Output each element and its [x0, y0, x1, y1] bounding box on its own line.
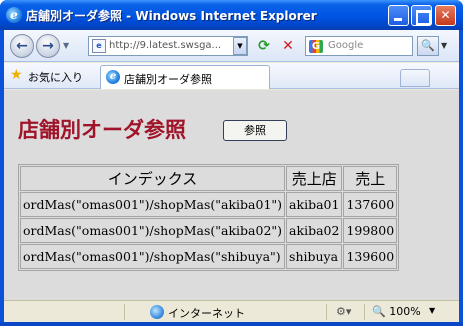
tab-ie-icon: e	[106, 70, 120, 84]
stop-icon[interactable]: ✕	[278, 36, 298, 56]
zoom-level[interactable]: 🔍 100%	[372, 305, 421, 318]
window-bottom-border	[0, 322, 463, 326]
address-text[interactable]: http://9.latest.swsga...	[109, 40, 229, 51]
search-input[interactable]: G Google	[305, 36, 413, 56]
view-button[interactable]: 参照	[223, 120, 287, 141]
navigation-bar: ← → ▼ e http://9.latest.swsga... ▼ ⟳ ✕ G…	[4, 30, 459, 62]
store-cell: akiba01	[286, 192, 343, 217]
index-cell: ordMas("omas001")/shopMas("shibuya")	[20, 244, 286, 269]
search-options-dropdown-icon[interactable]: ▼	[441, 41, 447, 50]
index-cell: ordMas("omas001")/shopMas("akiba01")	[20, 192, 286, 217]
page-content: 店舗別オーダ参照 参照 インデックス 売上店 売上 ordMas("omas00…	[4, 90, 459, 300]
title-bar[interactable]: e 店舗別オーダ参照 - Windows Internet Explorer ✕	[0, 0, 463, 30]
new-tab-button[interactable]	[400, 69, 430, 87]
close-button[interactable]: ✕	[435, 5, 456, 26]
minimize-button[interactable]	[388, 5, 409, 26]
sales-cell: 137600	[343, 192, 398, 217]
address-dropdown-icon[interactable]: ▼	[233, 37, 247, 55]
address-bar[interactable]: e http://9.latest.swsga...	[88, 36, 248, 56]
tab-label: 店舗別オーダ参照	[124, 73, 212, 86]
page-icon: e	[92, 39, 106, 53]
column-header-store: 売上店	[286, 166, 343, 191]
window-title: 店舗別オーダ参照 - Windows Internet Explorer	[26, 9, 317, 23]
favorites-button[interactable]: お気に入り	[28, 69, 83, 85]
browser-client-area: ← → ▼ e http://9.latest.swsga... ▼ ⟳ ✕ G…	[4, 30, 459, 322]
ie-logo-icon: e	[6, 7, 22, 23]
table-row: ordMas("omas001")/shopMas("shibuya") shi…	[20, 244, 398, 269]
orders-table: インデックス 売上店 売上 ordMas("omas001")/shopMas(…	[18, 164, 400, 271]
favorites-star-icon[interactable]: ★	[10, 68, 23, 82]
favorites-bar: ★ お気に入り e 店舗別オーダ参照	[4, 63, 459, 89]
search-button[interactable]: 🔍	[417, 36, 439, 56]
protected-mode-icon[interactable]: ⚙▾	[336, 305, 351, 318]
forward-button[interactable]: →	[36, 34, 60, 58]
tab-active[interactable]: e 店舗別オーダ参照	[100, 65, 270, 89]
globe-icon	[150, 305, 164, 319]
table-row: ordMas("omas001")/shopMas("akiba01") aki…	[20, 192, 398, 217]
index-cell: ordMas("omas001")/shopMas("akiba02")	[20, 218, 286, 243]
sales-cell: 139600	[343, 244, 398, 269]
column-header-index: インデックス	[20, 166, 286, 191]
store-cell: akiba02	[286, 218, 343, 243]
maximize-button[interactable]	[411, 5, 432, 26]
google-icon: G	[309, 40, 323, 53]
search-placeholder: Google	[328, 40, 364, 51]
status-divider	[326, 304, 327, 320]
zoom-dropdown-icon[interactable]: ▼	[429, 306, 435, 315]
sales-cell: 199800	[343, 218, 398, 243]
column-header-sales: 売上	[343, 166, 398, 191]
security-zone: インターネット	[168, 307, 245, 320]
back-button[interactable]: ←	[10, 34, 34, 58]
browser-window: e 店舗別オーダ参照 - Windows Internet Explorer ✕…	[0, 0, 463, 326]
status-divider	[364, 304, 365, 320]
status-bar: インターネット ⚙▾ 🔍 100% ▼	[4, 300, 459, 322]
page-title: 店舗別オーダ参照	[18, 118, 186, 142]
table-row: ordMas("omas001")/shopMas("akiba02") aki…	[20, 218, 398, 243]
table-header-row: インデックス 売上店 売上	[20, 166, 398, 191]
history-dropdown-icon[interactable]: ▼	[63, 41, 69, 50]
status-divider	[124, 304, 125, 320]
zoom-value: 100%	[389, 305, 421, 318]
store-cell: shibuya	[286, 244, 343, 269]
refresh-icon[interactable]: ⟳	[254, 36, 274, 56]
